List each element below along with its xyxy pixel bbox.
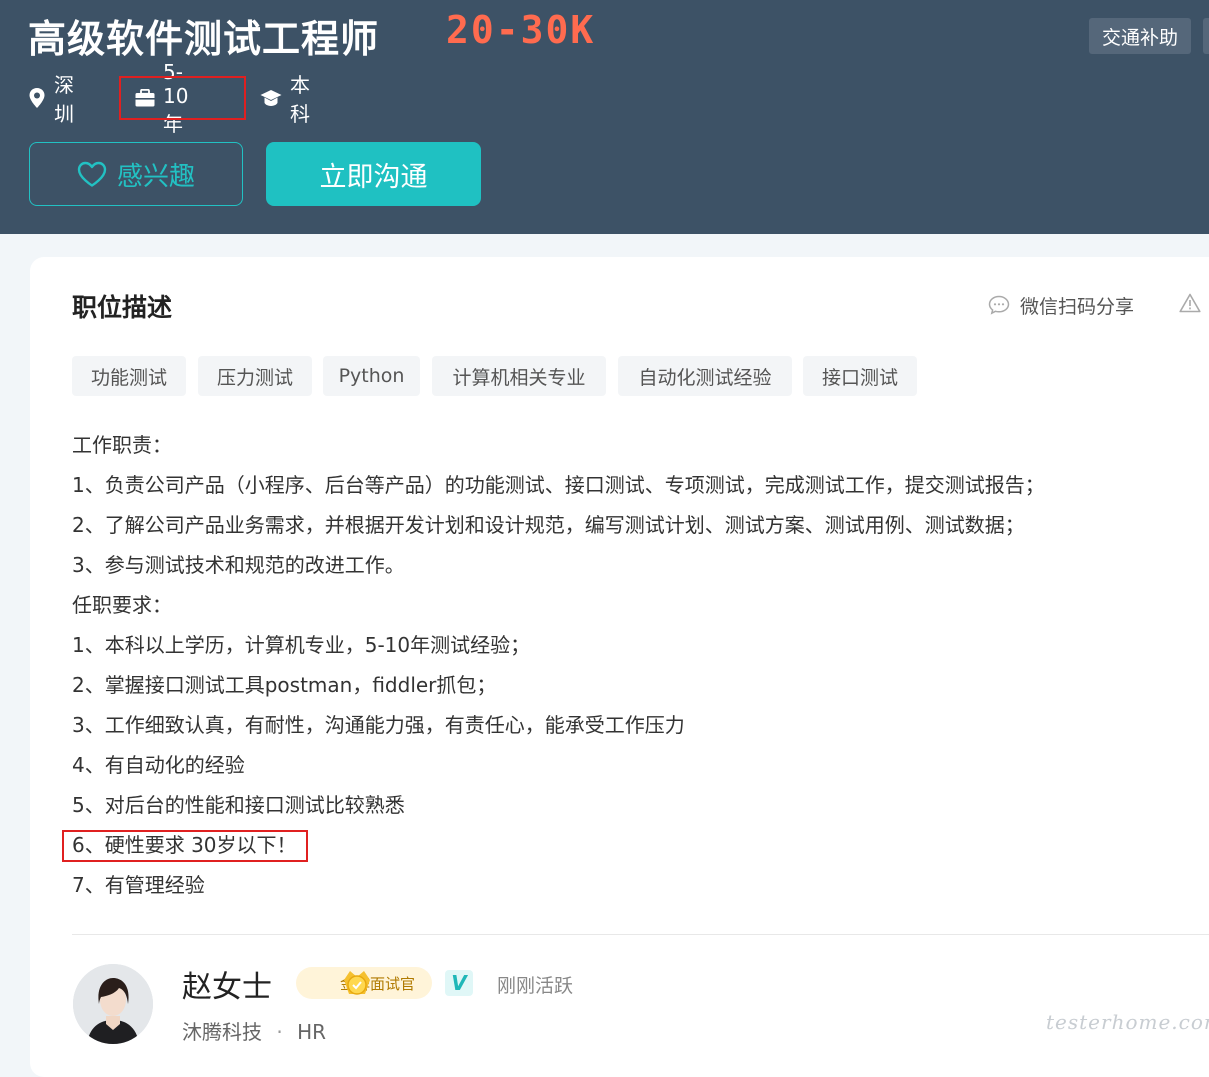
- recruiter-name: 赵女士: [182, 970, 272, 1005]
- skill-tag: 压力测试: [198, 356, 312, 396]
- meta-education: 本科: [260, 73, 310, 126]
- separator-dot: ·: [276, 1020, 283, 1044]
- benefit-tag: 交通补助: [1089, 18, 1191, 54]
- description-line: 1、负责公司产品（小程序、后台等产品）的功能测试、接口测试、专项测试，完成测试工…: [72, 473, 1045, 497]
- description-line: 1、本科以上学历，计算机专业，5-10年测试经验；: [72, 633, 531, 657]
- chat-bubble-icon: [988, 295, 1010, 315]
- heart-icon: [77, 161, 107, 187]
- description-line: 3、工作细致认真，有耐性，沟通能力强，有责任心，能承受工作压力: [72, 713, 685, 737]
- description-line: 4、有自动化的经验: [72, 753, 245, 777]
- company-name: 沐腾科技: [182, 1020, 262, 1044]
- description-line: 5、对后台的性能和接口测试比较熟悉: [72, 793, 405, 817]
- description-line: 任职要求：: [72, 593, 172, 617]
- watermark: testerhome.com: [1046, 1010, 1209, 1034]
- active-status: 刚刚活跃: [497, 975, 574, 997]
- description-line: 2、了解公司产品业务需求，并根据开发计划和设计规范，编写测试计划、测试方案、测试…: [72, 513, 1025, 537]
- education-text: 本科: [290, 73, 310, 126]
- skill-tag: Python: [323, 356, 420, 396]
- location-pin-icon: [28, 87, 46, 109]
- skill-tag: 自动化测试经验: [618, 356, 792, 396]
- share-label: 微信扫码分享: [1020, 295, 1135, 318]
- medal-icon: [338, 964, 376, 1006]
- recruiter-role: HR: [297, 1020, 327, 1044]
- age-requirement-highlight-box: [62, 830, 308, 862]
- experience-highlight-box: [119, 76, 246, 120]
- divider: [72, 934, 1209, 935]
- recruiter-company: 沐腾科技 · HR: [182, 1016, 326, 1045]
- meta-location: 深圳: [28, 73, 78, 126]
- recruiter-avatar[interactable]: [73, 964, 153, 1044]
- gold-interviewer-badge: 金牌面试官: [296, 967, 432, 999]
- skill-tag: 接口测试: [803, 356, 917, 396]
- skill-tag: 功能测试: [72, 356, 186, 396]
- verified-badge: V: [445, 970, 473, 996]
- description-line: 7、有管理经验: [72, 873, 205, 897]
- salary: 20-30K: [446, 8, 596, 52]
- benefit-tag-overflow: [1203, 18, 1209, 54]
- location-text: 深圳: [54, 73, 74, 126]
- interest-button-label: 感兴趣: [116, 161, 195, 192]
- warning-report-icon[interactable]: [1179, 293, 1203, 317]
- description-line: 2、掌握接口测试工具postman，fiddler抓包；: [72, 673, 497, 697]
- skill-tag: 计算机相关专业: [432, 356, 606, 396]
- job-header: 高级软件测试工程师 20-30K 交通补助 深圳 5-10年 本科 感兴趣 立即…: [0, 0, 1209, 234]
- graduation-cap-icon: [260, 87, 282, 109]
- description-line: 3、参与测试技术和规范的改进工作。: [72, 553, 405, 577]
- job-title: 高级软件测试工程师: [28, 17, 380, 61]
- wechat-share-button[interactable]: 微信扫码分享: [988, 290, 1134, 320]
- chat-now-button[interactable]: 立即沟通: [266, 142, 481, 206]
- interest-button[interactable]: 感兴趣: [29, 142, 243, 206]
- section-title: 职位描述: [72, 293, 173, 322]
- description-line: 工作职责：: [72, 433, 172, 457]
